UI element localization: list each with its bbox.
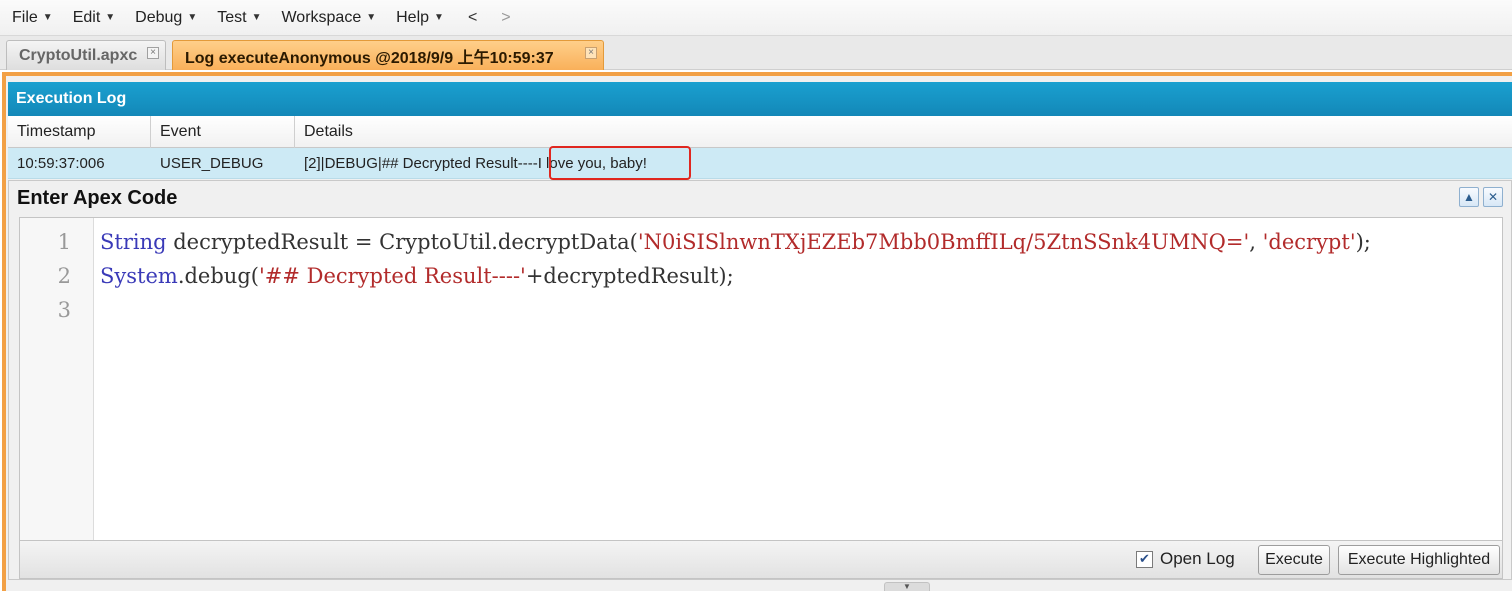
open-log-label: Open Log xyxy=(1160,549,1235,568)
tab-label: Log executeAnonymous @2018/9/9 上午10:59:3… xyxy=(185,49,554,67)
menu-workspace[interactable]: Workspace ▼ xyxy=(273,9,384,27)
code-string: 'decrypt' xyxy=(1262,230,1356,254)
menu-help-label: Help xyxy=(396,8,430,26)
menu-debug[interactable]: Debug ▼ xyxy=(127,9,205,27)
code-text: +decryptedResult); xyxy=(525,264,734,288)
menu-file[interactable]: File ▼ xyxy=(4,9,61,27)
tab-label: CryptoUtil.apxc xyxy=(19,46,138,64)
code-string: '## Decrypted Result----' xyxy=(258,264,526,288)
execution-log-header: Execution Log xyxy=(8,82,1512,116)
caret-down-icon: ▼ xyxy=(251,12,262,23)
caret-down-icon: ▼ xyxy=(366,12,377,23)
line-number: 3 xyxy=(57,298,71,322)
code-text: , xyxy=(1249,230,1263,254)
code-text: decryptedResult = CryptoUtil.decryptData… xyxy=(166,230,638,254)
close-icon[interactable]: ✕ xyxy=(1483,187,1503,207)
code-editor[interactable]: 1 2 3 String decryptedResult = CryptoUti… xyxy=(19,217,1503,541)
column-header-event[interactable]: Event xyxy=(151,116,295,148)
code-keyword: String xyxy=(100,230,167,254)
menu-edit[interactable]: Edit ▼ xyxy=(65,9,123,27)
open-log-checkbox[interactable]: ✔ xyxy=(1136,550,1153,568)
tab-execute-log[interactable]: Log executeAnonymous @2018/9/9 上午10:59:3… xyxy=(172,40,604,70)
caret-down-icon: ▼ xyxy=(42,12,53,23)
table-row[interactable]: 10:59:37:006 USER_DEBUG [2]|DEBUG|## Dec… xyxy=(8,148,1512,179)
column-header-timestamp[interactable]: Timestamp xyxy=(8,116,151,148)
line-number-gutter: 1 2 3 xyxy=(20,218,94,540)
menu-test-label: Test xyxy=(217,8,247,26)
nav-forward-icon[interactable]: > xyxy=(489,9,522,27)
apex-panel-title: Enter Apex Code xyxy=(17,187,178,209)
code-text: ); xyxy=(1355,230,1371,254)
minimize-icon[interactable]: ▲ xyxy=(1459,187,1479,207)
code-keyword: System xyxy=(100,264,178,288)
line-number: 2 xyxy=(57,264,71,288)
menu-edit-label: Edit xyxy=(72,8,101,26)
menu-workspace-label: Workspace xyxy=(281,8,362,26)
menu-test[interactable]: Test ▼ xyxy=(209,9,269,27)
menu-file-label: File xyxy=(12,8,38,26)
code-string: 'N0iSISlnwnTXjEZEb7Mbb0BmffILq/5ZtnSSnk4… xyxy=(637,230,1250,254)
menu-help[interactable]: Help ▼ xyxy=(388,9,452,27)
line-number: 1 xyxy=(57,230,71,254)
menu-bar: File ▼ Edit ▼ Debug ▼ Test ▼ Workspace ▼ Help… xyxy=(0,0,1512,36)
apex-action-bar: ✔ Open Log Execute Execute Highlighted xyxy=(19,541,1503,579)
execute-button[interactable]: Execute xyxy=(1258,545,1330,575)
row-details: [2]|DEBUG|## Decrypted Result----I love … xyxy=(304,155,647,172)
execute-highlighted-button[interactable]: Execute Highlighted xyxy=(1338,545,1500,575)
nav-back-icon[interactable]: < xyxy=(456,9,489,27)
open-log-toggle[interactable]: ✔ Open Log xyxy=(1136,549,1235,569)
row-timestamp: 10:59:37:006 xyxy=(17,155,105,172)
apex-code-panel: Enter Apex Code ▲ ✕ 1 2 3 String decrypt… xyxy=(8,180,1512,580)
tab-cryptoutil[interactable]: CryptoUtil.apxc × xyxy=(6,40,166,70)
tab-strip: CryptoUtil.apxc × Log executeAnonymous @… xyxy=(0,36,1512,70)
row-event: USER_DEBUG xyxy=(160,155,264,172)
caret-down-icon: ▼ xyxy=(434,12,444,23)
close-icon[interactable]: × xyxy=(147,47,159,59)
menu-debug-label: Debug xyxy=(135,8,183,26)
caret-down-icon: ▼ xyxy=(105,12,116,23)
log-column-headers: Timestamp Event Details xyxy=(8,116,1512,148)
code-line-2: System.debug('## Decrypted Result----'+d… xyxy=(100,264,734,288)
execution-log-title: Execution Log xyxy=(16,90,127,107)
resize-grip-icon[interactable]: ▼ xyxy=(884,582,930,591)
code-text: .debug( xyxy=(177,264,259,288)
caret-down-icon: ▼ xyxy=(187,12,198,23)
close-icon[interactable]: × xyxy=(585,47,597,59)
column-header-details[interactable]: Details xyxy=(295,116,1512,148)
code-line-1: String decryptedResult = CryptoUtil.decr… xyxy=(100,230,1371,254)
